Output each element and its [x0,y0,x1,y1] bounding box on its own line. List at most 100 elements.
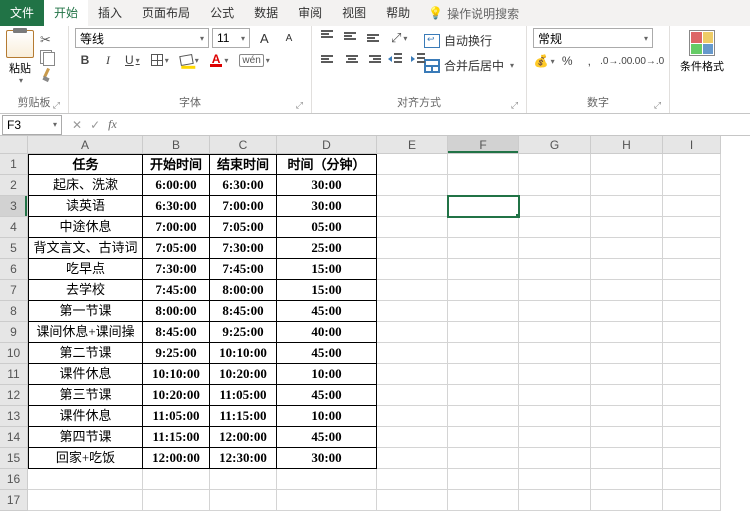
cell-D11[interactable]: 10:00 [277,364,377,385]
cell-G7[interactable] [519,280,591,301]
cell-B4[interactable]: 7:00:00 [143,217,210,238]
cell-H7[interactable] [591,280,663,301]
copy-button[interactable] [40,50,58,64]
cell-G4[interactable] [519,217,591,238]
cell-H4[interactable] [591,217,663,238]
row-header-15[interactable]: 15 [0,448,28,469]
row-header-1[interactable]: 1 [0,154,28,175]
column-header-C[interactable]: C [210,136,277,154]
cell-B12[interactable]: 10:20:00 [143,385,210,406]
cell-G11[interactable] [519,364,591,385]
cell-G9[interactable] [519,322,591,343]
cell-E13[interactable] [377,406,448,427]
cell-A12[interactable]: 第三节课 [28,385,143,406]
cell-B2[interactable]: 6:00:00 [143,175,210,196]
fx-icon[interactable]: fx [108,117,117,132]
align-right-button[interactable] [364,51,384,65]
cell-G10[interactable] [519,343,591,364]
cell-A8[interactable]: 第一节课 [28,301,143,322]
decrease-font-button[interactable]: A [279,28,300,48]
align-middle-button[interactable] [341,28,361,42]
cell-G8[interactable] [519,301,591,322]
fill-color-button[interactable]: ▾ [176,50,203,70]
cell-D7[interactable]: 15:00 [277,280,377,301]
column-header-F[interactable]: F [448,136,519,154]
cell-C15[interactable]: 12:30:00 [210,448,277,469]
cell-G6[interactable] [519,259,591,280]
row-header-5[interactable]: 5 [0,238,28,259]
select-all-corner[interactable] [0,136,28,154]
cell-H14[interactable] [591,427,663,448]
cell-A5[interactable]: 背文言文、古诗词 [28,238,143,259]
cell-I5[interactable] [663,238,721,259]
cell-H6[interactable] [591,259,663,280]
cell-C3[interactable]: 7:00:00 [210,196,277,217]
cell-I10[interactable] [663,343,721,364]
cell-D2[interactable]: 30:00 [277,175,377,196]
row-header-10[interactable]: 10 [0,343,28,364]
row-header-11[interactable]: 11 [0,364,28,385]
conditional-formatting-button[interactable]: 条件格式 [676,28,728,76]
align-top-button[interactable] [318,28,338,42]
column-header-D[interactable]: D [277,136,377,154]
cell-A2[interactable]: 起床、洗漱 [28,175,143,196]
cut-button[interactable] [40,32,58,46]
paste-button[interactable]: 粘贴 ▾ [6,28,34,85]
cell-B16[interactable] [143,469,210,490]
row-header-14[interactable]: 14 [0,427,28,448]
cell-H16[interactable] [591,469,663,490]
cell-C2[interactable]: 6:30:00 [210,175,277,196]
cell-F15[interactable] [448,448,519,469]
cell-B9[interactable]: 8:45:00 [143,322,210,343]
cell-H13[interactable] [591,406,663,427]
increase-indent-button[interactable] [410,51,430,63]
cell-D1[interactable]: 时间（分钟） [277,154,377,175]
cell-C9[interactable]: 9:25:00 [210,322,277,343]
cell-G2[interactable] [519,175,591,196]
enter-formula-icon[interactable]: ✓ [90,118,100,132]
cell-F11[interactable] [448,364,519,385]
cell-F5[interactable] [448,238,519,259]
cell-H17[interactable] [591,490,663,511]
cell-C12[interactable]: 11:05:00 [210,385,277,406]
cell-G17[interactable] [519,490,591,511]
cell-I12[interactable] [663,385,721,406]
border-button[interactable]: ▾ [147,50,173,70]
row-header-2[interactable]: 2 [0,175,28,196]
cell-E15[interactable] [377,448,448,469]
cell-E8[interactable] [377,301,448,322]
cell-D8[interactable]: 45:00 [277,301,377,322]
cell-I11[interactable] [663,364,721,385]
cell-F6[interactable] [448,259,519,280]
cell-E4[interactable] [377,217,448,238]
column-header-G[interactable]: G [519,136,591,154]
cell-C10[interactable]: 10:10:00 [210,343,277,364]
cell-D4[interactable]: 05:00 [277,217,377,238]
dialog-launcher-icon[interactable]: ⤢ [654,100,661,111]
cell-H12[interactable] [591,385,663,406]
cell-A4[interactable]: 中途休息 [28,217,143,238]
cell-G16[interactable] [519,469,591,490]
cell-E12[interactable] [377,385,448,406]
tab-formulas[interactable]: 公式 [200,0,244,26]
dialog-launcher-icon[interactable]: ⤢ [296,100,303,111]
cell-D12[interactable]: 45:00 [277,385,377,406]
percent-button[interactable]: % [557,51,577,71]
row-header-3[interactable]: 3 [0,196,28,217]
tab-file[interactable]: 文件 [0,0,44,26]
cell-G3[interactable] [519,196,591,217]
font-color-button[interactable]: A▾ [206,50,233,70]
phonetic-button[interactable]: wén▾ [235,50,273,70]
cell-I17[interactable] [663,490,721,511]
cell-G14[interactable] [519,427,591,448]
cell-D9[interactable]: 40:00 [277,322,377,343]
cell-D13[interactable]: 10:00 [277,406,377,427]
cell-E16[interactable] [377,469,448,490]
cell-A9[interactable]: 课间休息+课间操 [28,322,143,343]
column-header-E[interactable]: E [377,136,448,154]
tab-review[interactable]: 审阅 [288,0,332,26]
decrease-indent-button[interactable] [387,51,407,63]
cell-A1[interactable]: 任务 [28,154,143,175]
dialog-launcher-icon[interactable]: ⤢ [511,100,518,111]
cell-H9[interactable] [591,322,663,343]
